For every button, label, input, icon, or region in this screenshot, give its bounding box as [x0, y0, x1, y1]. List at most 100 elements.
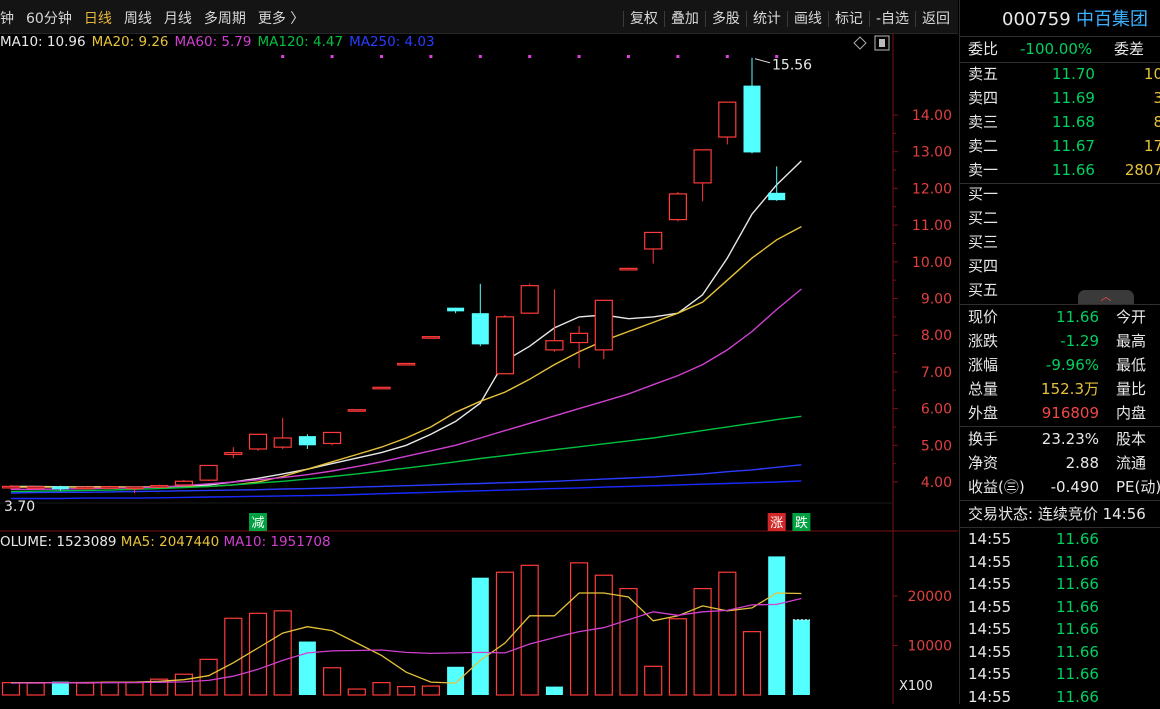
ma-line-ma20	[11, 225, 802, 488]
stat-label-4: 外盘	[968, 404, 999, 422]
candle-body	[100, 486, 119, 489]
top-dot-marker	[676, 55, 680, 58]
candle-body	[199, 464, 218, 481]
tick-row-5: 14:55 11.66	[960, 641, 1160, 664]
weibi-label: 委比	[968, 40, 999, 58]
volume-bar	[495, 571, 515, 696]
price-tick-label-10: 4.00	[921, 475, 952, 491]
candle-body	[1, 485, 21, 489]
period-tab-3[interactable]: 周线	[124, 11, 152, 27]
sell-row-3: 卖二 11.67 17	[960, 135, 1160, 158]
period-tab-0[interactable]: 钟	[0, 11, 14, 27]
period-tab-5[interactable]: 多周期	[204, 11, 246, 27]
sep-header	[960, 36, 1160, 37]
buy-label-3: 买四	[968, 257, 999, 275]
candle-body	[273, 437, 292, 448]
stat2-value-0: 23.23%	[1041, 430, 1099, 448]
period-toolbar: 钟 60分钟 日线 周线 月线 多周期 更多 〉 复权 叠加 多股 统计 画线 标记 -自选 返回	[0, 0, 958, 34]
volume-legend-item-2: MA10: 1951708	[224, 534, 331, 550]
sell-vol-1: 3	[1153, 89, 1160, 107]
buy-row-0: 买一	[960, 183, 1160, 206]
tick-row-3: 14:55 11.66	[960, 596, 1160, 619]
min-price-label: 3.70	[4, 499, 35, 515]
volume-bar	[273, 610, 292, 696]
candle-body	[298, 436, 316, 446]
period-tab-1[interactable]: 60分钟	[26, 11, 72, 27]
stat-value-2: -9.96%	[1045, 356, 1099, 374]
volume-bar	[471, 577, 489, 695]
tick-time-1: 14:55	[968, 552, 1012, 571]
stat-value-3: 152.3万	[1041, 380, 1099, 398]
tool-buttons: 复权 叠加 多股 统计 画线 标记 -自选 返回	[622, 8, 956, 28]
volume-bar	[742, 631, 762, 696]
stat2-label-2: 收益(㊂)	[968, 478, 1025, 496]
top-dot-marker	[577, 55, 581, 58]
volume-bar	[447, 666, 465, 695]
volume-bar	[125, 682, 144, 696]
volume-bar	[668, 618, 688, 696]
candle-body	[421, 336, 440, 339]
tool-button-5[interactable]: 标记	[827, 11, 869, 27]
stat-right-label-3: 量比	[1116, 380, 1147, 398]
stat2-label-0: 换手	[968, 430, 999, 448]
buy-row-1: 买二	[960, 207, 1160, 230]
stat-value-0: 11.66	[1056, 308, 1099, 326]
stat2-value-1: 2.88	[1065, 454, 1099, 472]
period-tab-6[interactable]: 更多 〉	[258, 11, 304, 27]
tick-price-6: 11.66	[1056, 665, 1099, 683]
ma-line-ma120	[10, 415, 802, 493]
tool-button-7[interactable]: 返回	[915, 11, 956, 27]
weicha-label: 委差	[1114, 40, 1145, 58]
kline-chart[interactable]: 14.00 13.00 12.00 11.00 10.00 9.00 8.00 7.00 6.0…	[0, 33, 958, 704]
ma-line-ma60	[11, 288, 802, 490]
candle-body	[693, 149, 712, 184]
tool-button-0[interactable]: 复权	[622, 11, 664, 27]
sell-price-3: 11.67	[1052, 137, 1095, 155]
stat-value-1: -1.29	[1060, 332, 1099, 350]
period-tab-4[interactable]: 月线	[164, 11, 192, 27]
tool-button-1[interactable]: 叠加	[663, 11, 705, 27]
top-dot-marker	[478, 55, 482, 58]
buy-label-0: 买一	[968, 185, 999, 203]
buy-row-2: 买三	[960, 231, 1160, 254]
stat2-right-label-0: 股本	[1116, 430, 1147, 448]
top-dot-marker	[380, 55, 383, 58]
tool-button-4[interactable]: 画线	[786, 11, 828, 27]
candle-body	[569, 332, 589, 344]
sell-price-1: 11.69	[1052, 89, 1095, 107]
volume-legend-item-0: OLUME: 1523089	[0, 534, 121, 550]
event-marker-text-1: 涨	[770, 516, 783, 531]
volume-bar	[545, 686, 563, 695]
tool-button-2[interactable]: 多股	[704, 11, 746, 27]
stock-name: 中百集团	[1076, 9, 1148, 30]
stock-header: 000759 中百集团	[960, 8, 1160, 31]
volume-bar	[768, 556, 786, 695]
volume-bar	[619, 587, 638, 696]
volume-bar	[347, 688, 366, 696]
volume-bar	[224, 617, 243, 696]
tick-row-7: 14:55 11.66	[960, 686, 1160, 709]
period-tab-2[interactable]: 日线	[84, 11, 112, 27]
stock-code: 000759	[1002, 9, 1071, 30]
collapse-up-icon[interactable]: ︿	[1078, 290, 1134, 304]
sell-vol-2: 8	[1153, 113, 1160, 131]
tick-row-2: 14:55 11.66	[960, 573, 1160, 596]
tick-row-4: 14:55 11.66	[960, 618, 1160, 641]
tick-row-0: 14:55 11.66	[960, 528, 1160, 551]
tick-price-0: 11.66	[1056, 530, 1099, 548]
sell-label-2: 卖三	[968, 113, 999, 131]
stat2-right-label-1: 流通	[1116, 454, 1147, 472]
tool-button-3[interactable]: 统计	[745, 11, 787, 27]
tool-button-6[interactable]: -自选	[868, 11, 915, 27]
candle-body	[768, 192, 786, 201]
stat-row-3: 总量 152.3万 量比	[960, 378, 1160, 401]
volume-bar	[1, 682, 21, 696]
sell-vol-4: 2807	[1124, 161, 1160, 179]
candle-body	[248, 433, 268, 450]
volume-bar	[693, 587, 712, 696]
stat-label-3: 总量	[968, 380, 999, 398]
candle-body	[51, 486, 69, 490]
diamond-icon[interactable]	[853, 36, 867, 50]
max-price-label: 15.56	[772, 58, 812, 74]
sell-label-1: 卖四	[968, 89, 999, 107]
